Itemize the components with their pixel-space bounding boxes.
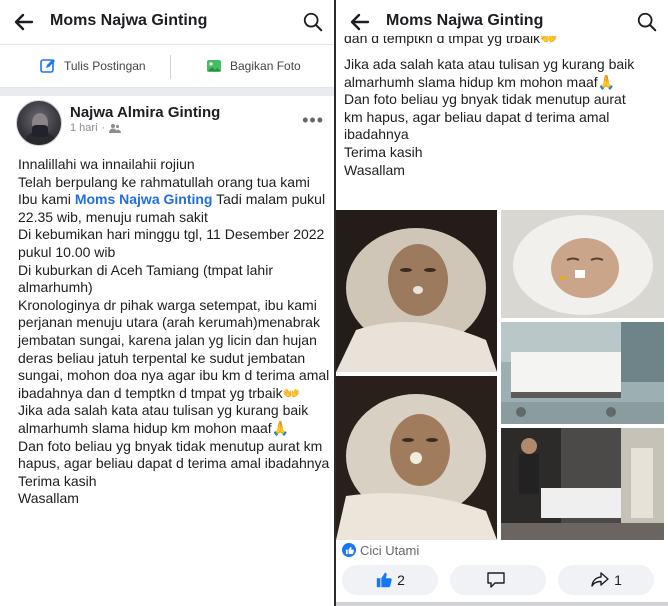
- avatar[interactable]: [16, 100, 62, 146]
- share-button[interactable]: 1: [558, 565, 654, 595]
- post-line: Kronologinya dr pihak warga setempat, ib…: [18, 296, 330, 401]
- post-line: Di kuburkan di Aceh Tamiang (tmpat lahir…: [18, 261, 273, 296]
- share-photo-button[interactable]: Bagikan Foto: [206, 58, 301, 74]
- post-text: Innalillahi wa innailahii rojiun Telah b…: [18, 156, 330, 508]
- reaction-summary[interactable]: Cici Utami: [342, 540, 419, 560]
- post-line: Wasallam: [344, 161, 405, 178]
- post-line: Jika ada salah kata atau tulisan yg kura…: [18, 402, 309, 436]
- post-line: Ibu kami Moms Najwa Ginting Tadi malam p…: [18, 191, 330, 226]
- post-line: Terima kasih: [344, 143, 423, 160]
- post-line: dan d temptkn d tmpat yg trbaik👐: [344, 36, 558, 46]
- post-time[interactable]: 1 hari: [70, 122, 98, 134]
- page-title: Moms Najwa Ginting: [50, 12, 208, 29]
- share-arrow-icon: [591, 572, 609, 587]
- search-icon[interactable]: [302, 11, 324, 33]
- like-count: 2: [397, 572, 405, 588]
- composer-divider: [170, 55, 171, 79]
- bottom-edge: [336, 602, 668, 606]
- friends-icon: [109, 124, 122, 133]
- post-line: Di kebumikan hari minggu tgl, 11 Desembe…: [18, 226, 325, 260]
- photo-5[interactable]: [501, 428, 664, 540]
- post-line: Dan foto beliau yg bnyak tidak menutup a…: [18, 437, 330, 472]
- post-line: Wasallam: [18, 490, 79, 507]
- photo-1[interactable]: [336, 210, 497, 372]
- share-photo-label: Bagikan Foto: [230, 59, 301, 73]
- post-line: Telah berpulang ke rahmatullah orang tua…: [18, 173, 310, 190]
- text-fragment: Ibu kami: [18, 191, 75, 208]
- write-post-label: Tulis Postingan: [64, 59, 146, 73]
- reactor-name: Cici Utami: [360, 542, 420, 558]
- post-action-row: 2 1: [336, 562, 668, 598]
- comment-button[interactable]: [450, 565, 546, 595]
- write-post-button[interactable]: Tulis Postingan: [40, 58, 146, 74]
- share-count: 1: [614, 572, 622, 588]
- photo-grid: [336, 210, 668, 540]
- photo-icon: [207, 60, 221, 72]
- post-line: Jika ada salah kata atau tulisan yg kura…: [344, 56, 635, 90]
- mention-link[interactable]: Moms Najwa Ginting: [75, 191, 213, 207]
- meta-separator: ·: [101, 122, 106, 134]
- post-meta: 1 hari ·: [70, 122, 122, 134]
- thumbs-up-icon: [342, 543, 356, 557]
- right-screenshot: Moms Najwa Ginting dan d temptkn d tmpat…: [336, 0, 668, 606]
- photo-2[interactable]: [501, 210, 664, 318]
- arrow-left-icon[interactable]: [348, 10, 372, 34]
- page-title: Moms Najwa Ginting: [386, 12, 544, 29]
- arrow-left-icon[interactable]: [12, 10, 36, 34]
- post-line: Terima kasih: [18, 472, 97, 489]
- post-text: Jika ada salah kata atau tulisan yg kura…: [344, 56, 644, 179]
- feed-separator: [0, 88, 334, 96]
- photo-4[interactable]: [336, 376, 497, 540]
- post-line: Innalillahi wa innailahii rojiun: [18, 156, 195, 172]
- clipped-line: dan d temptkn d tmpat yg trbaik👐: [336, 36, 668, 54]
- post-author[interactable]: Najwa Almira Ginting: [70, 104, 220, 121]
- post-line: Dan foto beliau yg bnyak tidak menutup a…: [344, 91, 626, 143]
- like-button[interactable]: 2: [342, 565, 438, 595]
- search-icon[interactable]: [636, 11, 658, 33]
- top-bar: Moms Najwa Ginting: [0, 0, 334, 44]
- photo-3[interactable]: [501, 322, 664, 424]
- post-header: Najwa Almira Ginting 1 hari · •••: [0, 96, 334, 152]
- comment-bubble-icon: [487, 572, 505, 588]
- edit-square-icon: [40, 59, 55, 73]
- thumbs-up-icon: [376, 572, 392, 588]
- left-screenshot: Moms Najwa Ginting Tulis Postingan Bagik…: [0, 0, 334, 606]
- more-horizontal-icon[interactable]: •••: [302, 110, 324, 131]
- composer-bar: Tulis Postingan Bagikan Foto: [0, 44, 334, 88]
